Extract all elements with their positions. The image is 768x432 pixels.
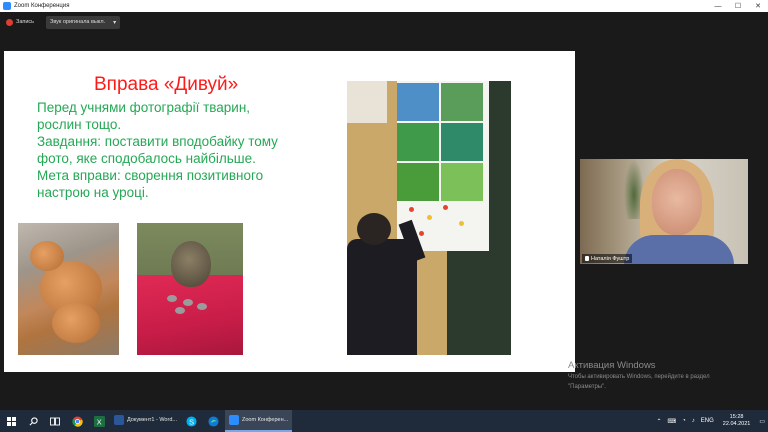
window-titlebar: Zoom Конференция — ☐ ✕ — [0, 0, 768, 12]
participant-name-tag: Наталія Фуштр — [582, 254, 633, 263]
excel-icon[interactable]: X — [88, 410, 110, 432]
slide-title: Вправа «Дивуй» — [94, 74, 239, 95]
zoom-toolbar: Запись Звук оригинала выкл. ▾ — [0, 12, 768, 32]
slide-line: Мета вправи: сворення позитивного — [37, 168, 264, 183]
volume-icon[interactable]: ♪ — [692, 418, 695, 424]
taskbar-app-label: Документ1 - Word... — [127, 417, 177, 423]
hedgehog-photo — [137, 223, 243, 355]
windows-taskbar: X Документ1 - Word... S Zoom Конферен...… — [0, 410, 768, 432]
slide-body: Перед учнями фотографії тварин, рослин т… — [37, 99, 317, 201]
activation-title: Активация Windows — [568, 360, 656, 371]
slide-line: Перед учнями фотографії тварин, — [37, 100, 251, 115]
chrome-icon[interactable] — [66, 410, 88, 432]
svg-text:S: S — [190, 417, 195, 426]
microphone-icon — [585, 256, 589, 261]
zoom-app-icon — [3, 2, 11, 10]
search-icon[interactable] — [22, 410, 44, 432]
slide-line: Завдання: поставити вподобайку тому — [37, 134, 278, 149]
chevron-down-icon[interactable]: ▾ — [113, 19, 116, 26]
record-icon — [6, 18, 13, 26]
shared-screen-slide: Вправа «Дивуй» Перед учнями фотографії т… — [4, 51, 575, 372]
close-button[interactable]: ✕ — [748, 2, 768, 10]
slide-line: рослин тощо. — [37, 117, 122, 132]
taskbar-app-zoom[interactable]: Zoom Конферен... — [224, 410, 293, 432]
slide-line: фото, яке сподобалось найбільше. — [37, 151, 256, 166]
participant-name: Наталія Фуштр — [591, 255, 630, 262]
chevron-up-icon[interactable]: ⌃ — [656, 418, 661, 425]
original-sound-label: Звук оригинала выкл. — [50, 19, 106, 25]
minimize-button[interactable]: — — [708, 3, 728, 10]
language-indicator[interactable]: ENG — [701, 418, 714, 424]
activation-text: Чтобы активировать Windows, перейдите в … — [568, 374, 710, 380]
edge-icon[interactable] — [203, 410, 225, 432]
window-title: Zoom Конференция — [14, 3, 70, 9]
windows-activation-watermark: Активация Windows Чтобы активировать Win… — [568, 360, 768, 391]
keyboard-icon[interactable]: ⌨ — [667, 418, 676, 425]
taskbar-app-label: Zoom Конферен... — [241, 417, 289, 423]
participant-video-tile[interactable]: Наталія Фуштр — [580, 159, 748, 264]
cat-photo — [18, 223, 119, 355]
slide-line: настрою на уроці. — [37, 185, 149, 200]
clock-time: 15:28 — [729, 414, 744, 420]
record-label: Запись — [16, 19, 35, 25]
recording-indicator[interactable]: Запись — [6, 18, 35, 26]
system-tray: ⌃ ⌨ ◔ ♪ ENG 15:28 22.04.2021 ▭ — [653, 410, 768, 432]
notifications-icon[interactable]: ▭ — [759, 418, 765, 425]
classroom-photo — [347, 81, 511, 355]
taskbar-clock[interactable]: 15:28 22.04.2021 — [723, 414, 751, 428]
activation-text: "Параметры". — [568, 384, 606, 390]
svg-text:X: X — [96, 417, 101, 426]
maximize-button[interactable]: ☐ — [728, 2, 748, 10]
clock-date: 22.04.2021 — [722, 421, 751, 427]
taskbar-app-word[interactable]: Документ1 - Word... — [110, 410, 181, 432]
word-icon — [114, 415, 124, 425]
windows-logo-icon — [6, 416, 16, 426]
start-button[interactable] — [0, 410, 22, 432]
original-sound-toggle[interactable]: Звук оригинала выкл. ▾ — [46, 15, 121, 29]
skype-icon[interactable]: S — [181, 410, 203, 432]
task-view-icon[interactable] — [44, 410, 66, 432]
network-icon[interactable]: ◔ — [682, 418, 686, 424]
zoom-icon — [228, 415, 239, 425]
